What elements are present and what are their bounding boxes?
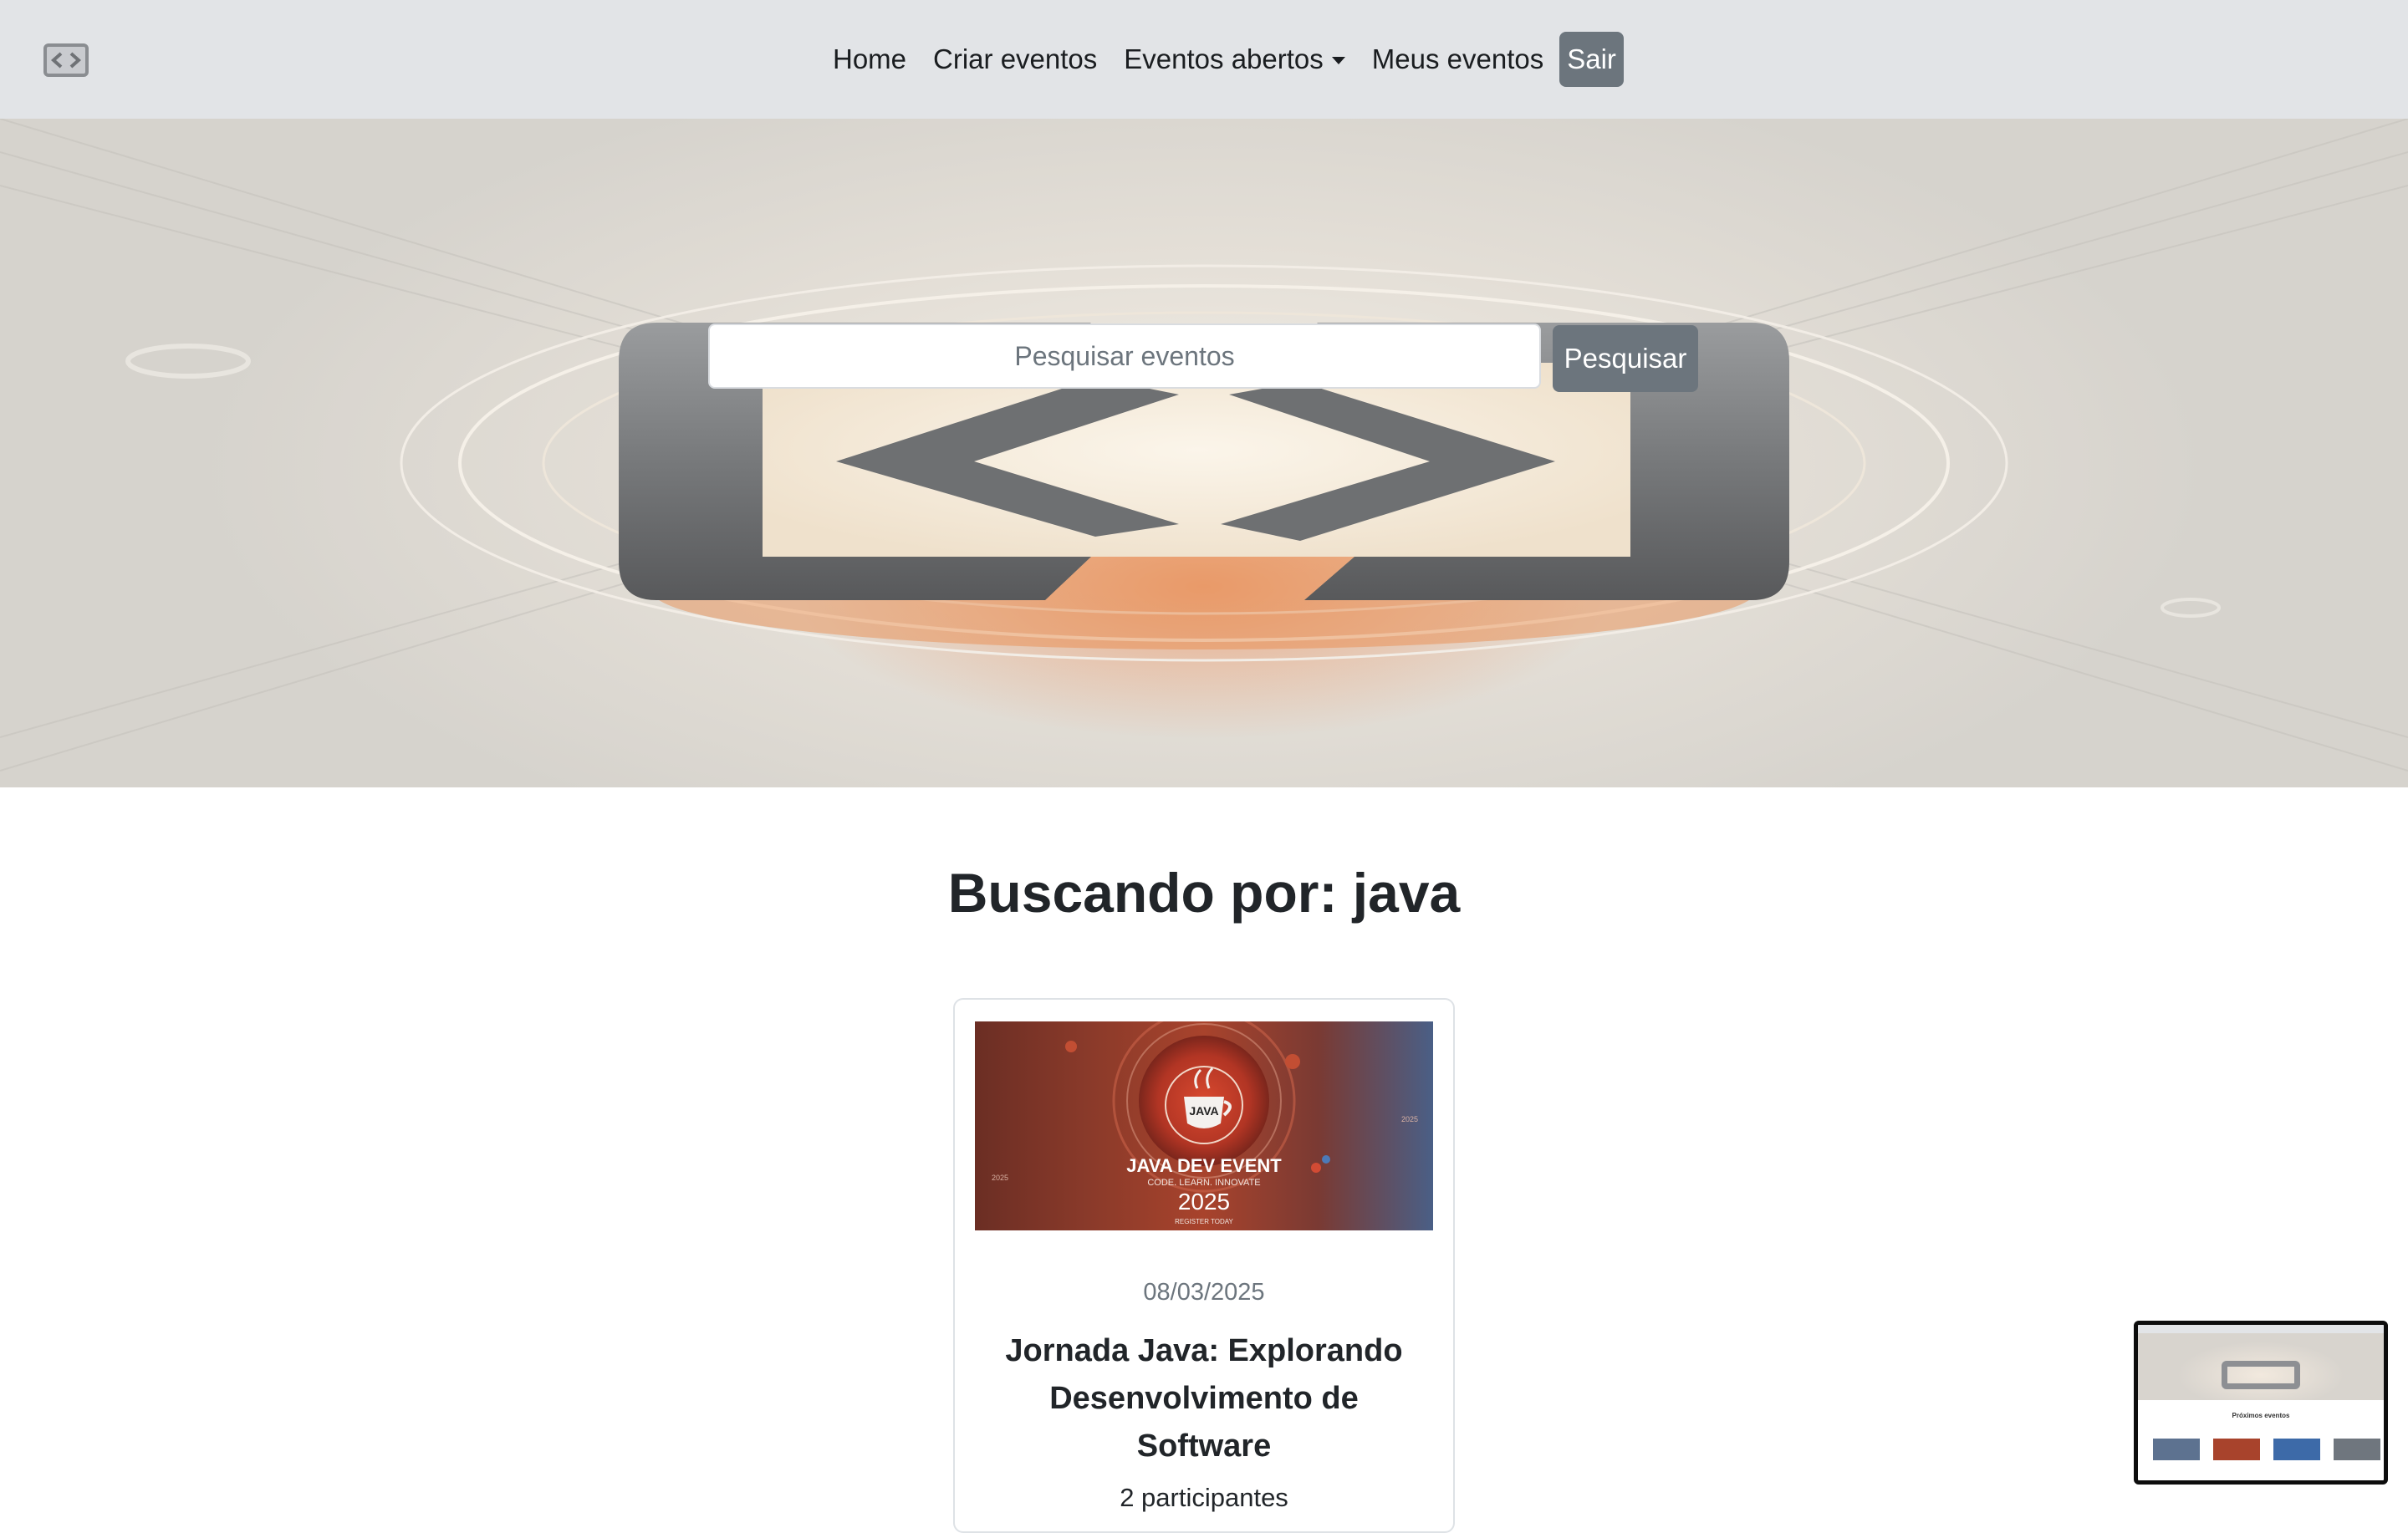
event-image-tagline: CODE. LEARN. INNOVATE — [1147, 1178, 1260, 1188]
event-image-year: 2025 — [992, 1174, 1008, 1182]
event-participants: 2 participantes — [1120, 1483, 1288, 1512]
event-image-year: 2025 — [1401, 1115, 1418, 1123]
nav-link-meus-eventos[interactable]: Meus eventos — [1359, 43, 1557, 75]
preview-title: Próximos eventos — [2232, 1412, 2290, 1419]
preview-navbar — [2138, 1325, 2384, 1333]
search-button[interactable]: Pesquisar — [1553, 325, 1698, 392]
nav-dropdown-eventos-abertos[interactable]: Eventos abertos — [1110, 43, 1358, 75]
nav-links: Home Criar eventos Eventos abertos Meus … — [819, 32, 1624, 87]
event-image-year: 2025 — [1178, 1189, 1230, 1215]
page-preview-thumbnail[interactable]: Próximos eventos — [2134, 1321, 2388, 1485]
search-input[interactable] — [708, 323, 1541, 389]
preview-card — [2153, 1439, 2200, 1460]
event-image-title: JAVA DEV EVENT — [1126, 1155, 1282, 1176]
event-date: 08/03/2025 — [1143, 1279, 1265, 1306]
nav-link-criar-eventos[interactable]: Criar eventos — [920, 43, 1110, 75]
code-brackets-logo-icon[interactable] — [43, 43, 89, 77]
navbar: Home Criar eventos Eventos abertos Meus … — [0, 0, 2408, 119]
preview-hero — [2138, 1333, 2384, 1400]
nav-dropdown-label: Eventos abertos — [1124, 43, 1324, 74]
event-image-badge: JAVA — [1189, 1104, 1218, 1118]
preview-card — [2334, 1439, 2380, 1460]
search-results-heading: Buscando por: java — [947, 862, 1461, 924]
hero-logo-art — [0, 119, 2408, 772]
logout-button[interactable]: Sair — [1559, 32, 1624, 87]
preview-logo — [2222, 1361, 2300, 1389]
hero-banner: Pesquisar — [0, 119, 2408, 787]
event-title[interactable]: Jornada Java: Explorando Desenvolvimento… — [988, 1327, 1420, 1470]
preview-card — [2213, 1439, 2260, 1460]
event-card[interactable]: JAVA 2025 2025 JAVA DEV EVENT CODE. LEAR… — [953, 998, 1455, 1533]
chevron-down-icon — [1331, 56, 1345, 64]
preview-cards — [2153, 1439, 2380, 1460]
preview-card — [2273, 1439, 2320, 1460]
nav-link-home[interactable]: Home — [819, 43, 920, 75]
event-image-cta: REGISTER TODAY — [1175, 1218, 1233, 1225]
event-card-image: JAVA 2025 2025 JAVA DEV EVENT CODE. LEAR… — [975, 1021, 1433, 1230]
